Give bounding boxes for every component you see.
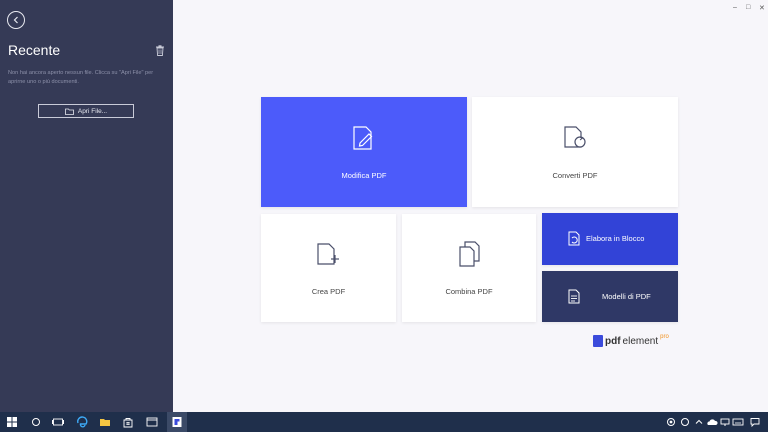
pdfelement-taskbar-icon[interactable] (171, 416, 183, 428)
minimize-button[interactable]: – (733, 4, 737, 11)
tray-circle-icon[interactable] (666, 417, 676, 427)
logo-pro-text: pro (660, 334, 669, 340)
convert-document-icon (564, 126, 586, 148)
store-icon[interactable] (122, 416, 134, 428)
edit-pdf-tile[interactable]: Modifica PDF (261, 97, 467, 207)
batch-process-label: Elabora in Blocco (586, 234, 645, 243)
combine-pdf-tile[interactable]: Combina PDF (402, 214, 536, 322)
logo-pdf-text: pdf (605, 336, 621, 347)
logo-element-text: element (622, 336, 659, 347)
folder-icon (64, 108, 74, 115)
pdfelement-logo-icon (593, 335, 603, 347)
chevron-left-icon (13, 16, 18, 24)
maximize-button[interactable]: □ (746, 4, 750, 11)
edit-document-icon (353, 126, 373, 150)
create-document-icon (317, 243, 339, 265)
search-circle-icon[interactable] (30, 416, 42, 428)
notification-icon[interactable] (750, 417, 760, 427)
network-icon[interactable] (720, 417, 730, 427)
batch-process-tile[interactable]: Elabora in Blocco (542, 213, 678, 265)
pdf-templates-tile[interactable]: Modelli di PDF (542, 271, 678, 322)
app-window-icon[interactable] (146, 416, 158, 428)
edge-browser-icon[interactable] (76, 416, 88, 428)
template-document-icon (568, 289, 580, 304)
combine-pdf-label: Combina PDF (445, 287, 493, 296)
create-pdf-tile[interactable]: Crea PDF (261, 214, 396, 322)
close-button[interactable]: ✕ (759, 4, 765, 12)
combine-documents-icon (459, 241, 480, 267)
pdf-templates-label: Modelli di PDF (602, 292, 651, 301)
chevron-up-icon[interactable] (694, 417, 704, 427)
convert-pdf-label: Converti PDF (552, 171, 598, 180)
open-file-label: Apri File... (77, 107, 108, 115)
trash-icon[interactable] (155, 45, 165, 56)
sidebar-title: Recente (8, 42, 61, 58)
open-file-button[interactable]: Apri File... (38, 104, 134, 118)
pdfelement-logo: pdf element pro (593, 334, 669, 347)
tray-settings-icon[interactable] (680, 417, 690, 427)
create-pdf-label: Crea PDF (311, 287, 346, 296)
task-view-icon[interactable] (52, 416, 64, 428)
empty-recent-message: Non hai ancora aperto nessun file. Clicc… (8, 70, 154, 85)
convert-pdf-tile[interactable]: Converti PDF (472, 97, 678, 207)
batch-process-icon (568, 231, 580, 246)
onedrive-cloud-icon[interactable] (706, 417, 718, 427)
sidebar: Recente Non hai ancora aperto nessun fil… (0, 0, 173, 412)
back-button[interactable] (7, 11, 25, 29)
keyboard-icon[interactable] (732, 417, 744, 427)
file-explorer-icon[interactable] (99, 416, 111, 428)
windows-start-icon[interactable] (6, 416, 18, 428)
taskbar (0, 412, 768, 432)
edit-pdf-label: Modifica PDF (341, 171, 387, 180)
